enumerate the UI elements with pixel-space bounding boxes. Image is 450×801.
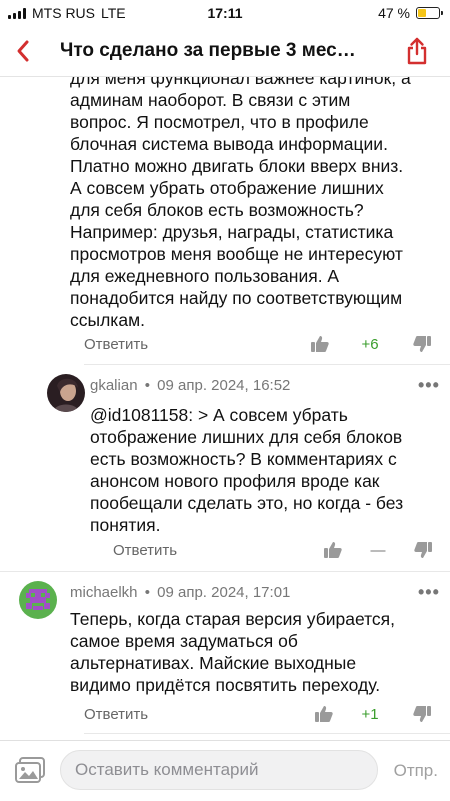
thumbs-down-icon[interactable] [412, 334, 432, 354]
thumbs-up-icon[interactable] [323, 540, 343, 560]
comment-date: 09 апр. 2024, 16:52 [157, 377, 291, 394]
thumbs-down-icon[interactable] [412, 704, 432, 724]
comment-meta: gkalian • 09 апр. 2024, 16:52 [90, 377, 290, 394]
comment-composer: Отпр. [0, 740, 450, 801]
meta-separator: • [144, 584, 150, 601]
comment-date: 09 апр. 2024, 17:01 [157, 584, 291, 601]
status-right: 47 % [378, 5, 443, 21]
divider [84, 364, 450, 365]
comment-text: @id1081158: > А совсем убрать отображени… [90, 405, 404, 535]
comment-actions: Ответить — [113, 538, 435, 562]
send-button[interactable]: Отпр. [394, 761, 438, 781]
comment-input[interactable] [60, 750, 378, 790]
more-options-button[interactable]: ••• [418, 582, 440, 603]
share-icon [407, 37, 427, 65]
author-name[interactable]: gkalian [90, 377, 138, 394]
reply-button[interactable]: Ответить [84, 706, 148, 723]
vote-score: — [370, 541, 386, 559]
nav-header: Что сделано за первые 3 мес… [0, 26, 450, 77]
comment-actions: Ответить +1 [84, 702, 434, 726]
avatar[interactable] [47, 374, 85, 412]
divider [0, 571, 450, 572]
comment-text: для меня функционал важнее картинок, а а… [70, 77, 411, 330]
thumbs-down-icon[interactable] [413, 540, 433, 560]
comment-text: Теперь, когда старая версия убирается, с… [70, 609, 396, 695]
chevron-left-icon [17, 40, 29, 62]
thumbs-up-icon[interactable] [310, 334, 330, 354]
reply-button[interactable]: Ответить [113, 542, 177, 559]
battery-percent: 47 % [378, 5, 410, 21]
comments-list[interactable]: для меня функционал важнее картинок, а а… [0, 77, 450, 740]
battery-icon [416, 7, 443, 19]
share-button[interactable] [402, 36, 432, 66]
user-photo-icon [47, 374, 85, 412]
status-bar: MTS RUS LTE 17:11 47 % [0, 0, 450, 26]
divider [84, 733, 450, 734]
page-title: Что сделано за первые 3 мес… [60, 40, 356, 61]
thumbs-up-icon[interactable] [314, 704, 334, 724]
comment-actions: Ответить +6 [84, 332, 434, 356]
back-button[interactable] [8, 36, 38, 66]
reply-button[interactable]: Ответить [84, 336, 148, 353]
more-options-button[interactable]: ••• [418, 375, 440, 396]
vote-score: +6 [361, 335, 379, 353]
vote-score: +1 [361, 705, 379, 723]
comment-meta: michaelkh • 09 апр. 2024, 17:01 [70, 584, 290, 601]
image-gallery-icon [15, 757, 45, 783]
author-name[interactable]: michaelkh [70, 584, 138, 601]
identicon-icon [19, 581, 57, 619]
attach-image-button[interactable] [14, 756, 46, 784]
avatar[interactable] [19, 581, 57, 619]
meta-separator: • [144, 377, 150, 394]
